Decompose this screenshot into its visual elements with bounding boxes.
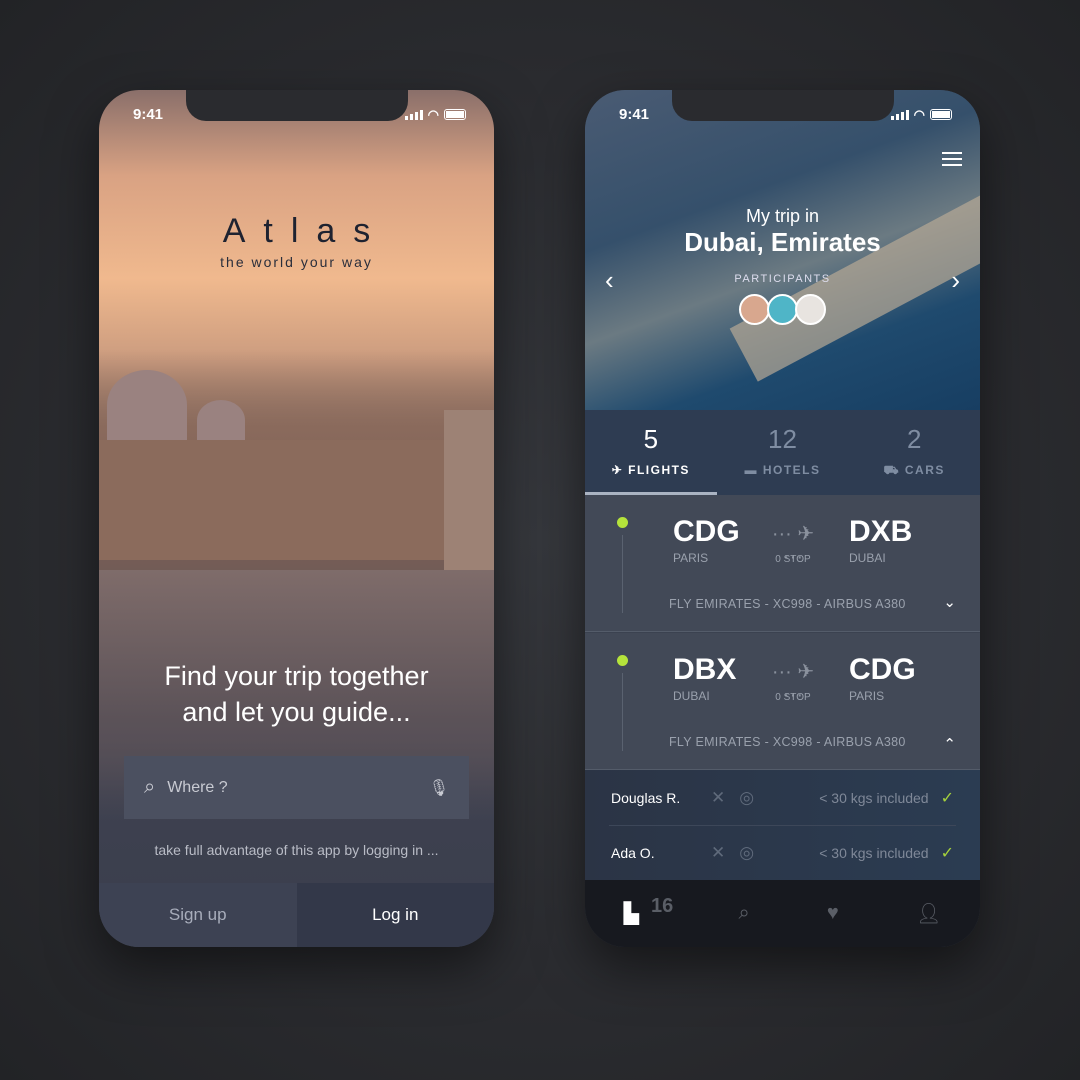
headline-line-1: Find your trip together <box>164 661 429 691</box>
baggage-allowance: < 30 kgs included <box>819 845 929 861</box>
meal-icon: ✕ <box>711 787 726 807</box>
timeline-dot <box>617 517 628 528</box>
login-hint: take full advantage of this app by loggi… <box>154 842 439 858</box>
headline-line-2: and let you guide... <box>182 697 411 727</box>
timeline-line <box>622 535 623 613</box>
origin-code: CDG <box>673 515 740 548</box>
flight-info: FLY EMIRATES - XC998 - AIRBUS A380 <box>669 735 906 749</box>
avatar[interactable] <box>795 294 826 325</box>
passenger-row[interactable]: Douglas R. ✕ ◎ < 30 kgs included ✓ <box>585 770 980 825</box>
participants-label: PARTICIPANTS <box>734 273 831 285</box>
tab-label: CARS <box>904 463 945 477</box>
hotels-count: 12 <box>768 424 797 454</box>
tagline: the world your way <box>220 254 373 270</box>
battery-icon <box>930 109 952 120</box>
menu-icon[interactable] <box>942 152 962 170</box>
check-icon: ✓ <box>940 845 954 862</box>
heart-icon[interactable]: ♥ <box>827 902 839 925</box>
stops: 0 STOP <box>775 692 811 703</box>
wifi-icon: ◎ <box>739 843 755 862</box>
app-logo: Atlas <box>222 212 389 250</box>
status-bar: 9:41 ◠ <box>619 106 952 123</box>
timeline-line <box>622 673 623 751</box>
clock: 9:41 <box>619 106 650 123</box>
passenger-list: Douglas R. ✕ ◎ < 30 kgs included ✓ Ada O. … <box>585 770 980 880</box>
trip-screen: 9:41 ◠ My trip in Dubai, Emirates PARTIC… <box>585 90 980 947</box>
bed-icon: ▬ <box>744 463 763 477</box>
car-icon: ⛟ <box>883 463 905 477</box>
signup-button[interactable]: Sign up <box>99 883 297 947</box>
chevron-right-icon[interactable]: › <box>951 265 960 296</box>
tab-hotels[interactable]: 12 ▬ HOTELS <box>717 410 849 495</box>
origin-code: DBX <box>673 653 737 686</box>
wifi-icon: ◠ <box>427 106 439 122</box>
avatar[interactable] <box>739 294 770 325</box>
flight-info: FLY EMIRATES - XC998 - AIRBUS A380 <box>669 597 906 611</box>
chevron-down-icon[interactable]: ⌄ <box>943 593 956 611</box>
signal-icon <box>404 109 423 120</box>
passenger-name: Ada O. <box>611 845 655 861</box>
timeline-dot <box>617 655 628 666</box>
category-tabs: 5 ✈︎ FLIGHTS 12 ▬ HOTELS 2 ⛟ CARS <box>585 410 980 495</box>
user-icon[interactable]: 👤︎ <box>916 901 941 926</box>
avatar[interactable] <box>767 294 798 325</box>
destination-code: DXB <box>849 515 913 548</box>
headline: Find your trip together and let you guide… <box>99 658 494 730</box>
plane-takeoff-icon: ✈︎ <box>611 463 629 477</box>
origin-city: PARIS <box>673 551 709 565</box>
wifi-icon: ◎ <box>739 787 755 807</box>
origin-city: DUBAI <box>673 689 710 703</box>
signal-icon <box>890 109 909 120</box>
chevron-left-icon[interactable]: ‹ <box>605 265 614 296</box>
check-icon: ✓ <box>940 789 954 807</box>
passenger-name: Douglas R. <box>611 789 681 806</box>
destination-code: CDG <box>849 653 916 686</box>
participant-avatars <box>739 294 826 325</box>
passenger-row[interactable]: Ada O. ✕ ◎ < 30 kgs included ✓ <box>609 825 956 880</box>
stops: 0 STOP <box>775 554 811 565</box>
trips-icon[interactable]: ▙ 16 <box>624 895 674 926</box>
meal-icon: ✕ <box>711 843 726 862</box>
flights-count: 5 <box>643 424 659 454</box>
microphone-icon[interactable]: 🎙︎ <box>429 778 449 798</box>
battery-icon <box>444 109 466 120</box>
status-bar: 9:41 ◠ <box>133 106 466 123</box>
trip-title-prefix: My trip in <box>745 206 819 226</box>
cars-count: 2 <box>906 424 922 454</box>
bottom-nav: ▙ 16 ⌕ ♥ 👤︎ <box>585 880 980 947</box>
search-icon: ⌕ <box>144 776 156 798</box>
trip-destination: Dubai, Emirates <box>684 227 881 257</box>
tab-label: HOTELS <box>762 463 821 477</box>
baggage-allowance: < 30 kgs included <box>819 789 929 806</box>
destination-city: PARIS <box>849 689 885 703</box>
tab-cars[interactable]: 2 ⛟ CARS <box>848 410 980 495</box>
search-icon[interactable]: ⌕ <box>738 902 749 925</box>
clock: 9:41 <box>133 106 164 123</box>
tab-flights[interactable]: 5 ✈︎ FLIGHTS <box>585 410 717 495</box>
destination-city: DUBAI <box>849 551 886 565</box>
search-placeholder: Where ? <box>167 778 228 796</box>
flight-card[interactable]: DBX DUBAI ··· ✈ ··· 0 STOP CDG PARIS FLY… <box>585 633 980 770</box>
wifi-icon: ◠ <box>913 106 925 122</box>
search-input[interactable]: ⌕ Where ? 🎙︎ <box>124 756 469 819</box>
chevron-up-icon[interactable]: ⌃ <box>943 735 956 753</box>
trips-badge: 16 <box>651 895 674 917</box>
login-button[interactable]: Log in <box>296 883 494 947</box>
login-screen: 9:41 ◠ Atlas the world your way Find you… <box>99 90 494 947</box>
tab-label: FLIGHTS <box>628 463 690 477</box>
flight-card[interactable]: CDG PARIS ··· ✈ ··· 0 STOP DXB DUBAI FLY… <box>585 495 980 632</box>
